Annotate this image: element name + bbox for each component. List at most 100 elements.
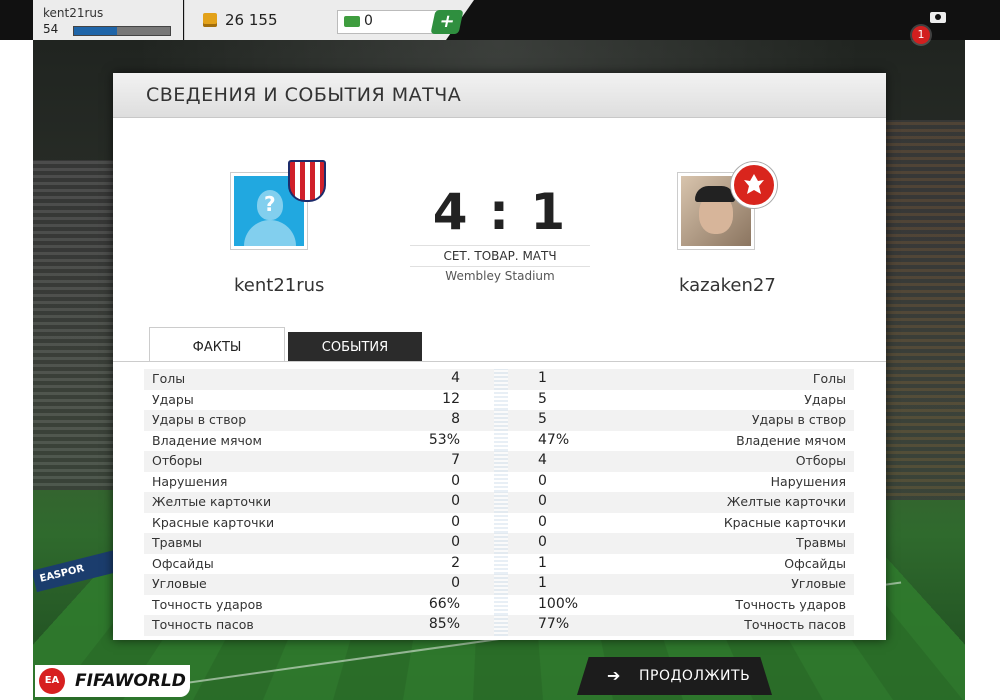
stat-label-home: Точность пасов — [152, 617, 254, 632]
stat-label-home: Нарушения — [152, 473, 228, 489]
crowd-left — [33, 160, 123, 490]
stat-value-home: 12 — [442, 390, 460, 407]
stat-label-home: Травмы — [152, 535, 202, 550]
stat-label-home: Отборы — [152, 453, 203, 468]
stat-label-home: Удары — [152, 391, 194, 407]
fifa-world-logo: EA FIFAWORLD — [35, 665, 190, 697]
stat-label-away: Угловые — [791, 576, 846, 591]
stat-value-home: 0 — [451, 575, 460, 591]
xp-bar-fill — [74, 27, 118, 35]
stat-label-away: Офсайды — [784, 555, 846, 571]
away-club-crest-icon — [731, 162, 777, 208]
stat-row: Удары 12 5 Удары — [144, 389, 854, 410]
add-cash-button[interactable]: + — [430, 10, 464, 34]
stat-row: Нарушения 0 0 Нарушения — [144, 471, 854, 492]
coins-value: 26 155 — [225, 11, 278, 29]
stat-label-away: Точность ударов — [735, 596, 846, 612]
stat-label-home: Голы — [152, 371, 186, 386]
stat-label-away: Удары в створ — [751, 412, 846, 427]
stat-value-home: 4 — [451, 370, 460, 386]
stat-label-away: Нарушения — [770, 473, 846, 489]
stat-value-home: 7 — [451, 452, 460, 468]
avatar-cap — [695, 186, 735, 202]
stat-value-away: 0 — [538, 472, 547, 489]
stat-row: Красные карточки 0 0 Красные карточки — [144, 512, 854, 533]
match-type: СЕТ. ТОВАР. МАТЧ — [410, 245, 590, 267]
left-border — [0, 0, 33, 700]
level-label: 54 — [43, 22, 59, 36]
stat-label-home: Точность ударов — [152, 596, 263, 612]
stat-value-away: 0 — [538, 493, 547, 509]
stat-label-away: Красные карточки — [723, 514, 846, 530]
stat-value-home: 0 — [451, 493, 460, 509]
stat-value-away: 100% — [538, 595, 579, 612]
stat-label-home: Желтые карточки — [152, 494, 272, 509]
stat-row: Офсайды 2 1 Офсайды — [144, 553, 854, 574]
stat-value-home: 8 — [451, 411, 460, 427]
stat-value-away: 1 — [538, 554, 547, 571]
cash-icon — [344, 16, 360, 27]
question-mark-icon: ? — [264, 192, 276, 216]
continue-button[interactable]: ➔ ПРОДОЛЖИТЬ — [577, 657, 772, 695]
stat-value-home: 66% — [428, 595, 460, 612]
arrow-right-icon: ➔ — [607, 666, 621, 685]
right-border — [965, 0, 1000, 700]
stat-value-away: 1 — [538, 370, 547, 386]
stat-label-home: Угловые — [152, 576, 207, 591]
continue-label: ПРОДОЛЖИТЬ — [639, 668, 751, 684]
fifa-world-wordmark: FIFAWORLD — [75, 671, 186, 691]
stat-value-home: 53% — [428, 431, 460, 448]
stat-value-away: 47% — [538, 431, 570, 448]
stat-row: Владение мячом 53% 47% Владение мячом — [144, 430, 854, 451]
stat-value-away: 0 — [538, 513, 547, 530]
home-player-name: kent21rus — [234, 275, 325, 296]
stat-value-home: 0 — [451, 534, 460, 550]
stat-value-home: 85% — [428, 616, 460, 632]
stat-label-away: Голы — [812, 371, 846, 386]
stat-value-away: 4 — [538, 452, 547, 468]
tab-facts[interactable]: ФАКТЫ — [149, 327, 285, 362]
stat-row: Угловые 0 1 Угловые — [144, 574, 854, 595]
stat-row: Точность ударов 66% 100% Точность ударов — [144, 594, 854, 615]
stat-label-away: Точность пасов — [744, 617, 846, 632]
stat-value-away: 0 — [538, 534, 547, 550]
tab-events[interactable]: СОБЫТИЯ — [288, 332, 422, 362]
coins-icon — [203, 13, 217, 27]
stat-label-away: Желтые карточки — [726, 494, 846, 509]
stadium-name: Wembley Stadium — [445, 269, 555, 283]
stat-row: Желтые карточки 0 0 Желтые карточки — [144, 492, 854, 513]
tab-divider — [113, 361, 886, 362]
stat-label-home: Офсайды — [152, 555, 214, 571]
user-profile-box[interactable]: kent21rus 54 — [33, 0, 183, 40]
stat-label-home: Владение мячом — [152, 432, 262, 448]
panel-title: СВЕДЕНИЯ И СОБЫТИЯ МАТЧА — [146, 84, 462, 106]
stat-value-away: 5 — [538, 390, 547, 407]
camera-icon[interactable] — [930, 12, 946, 23]
stat-row: Травмы 0 0 Травмы — [144, 533, 854, 554]
stat-value-away: 1 — [538, 575, 547, 591]
match-score: 4 : 1 — [432, 183, 568, 241]
panel-header: СВЕДЕНИЯ И СОБЫТИЯ МАТЧА — [113, 73, 886, 118]
away-player-name: kazaken27 — [679, 275, 776, 296]
stat-value-home: 0 — [451, 472, 460, 489]
stat-row: Точность пасов 85% 77% Точность пасов — [144, 615, 854, 636]
stat-label-home: Удары в створ — [152, 412, 247, 427]
username-label: kent21rus — [43, 6, 104, 20]
stat-row: Голы 4 1 Голы — [144, 369, 854, 390]
ea-logo-icon: EA — [39, 668, 65, 694]
xp-bar — [73, 26, 171, 36]
stat-label-away: Удары — [804, 391, 846, 407]
stat-row: Отборы 7 4 Отборы — [144, 451, 854, 472]
stat-value-home: 0 — [451, 513, 460, 530]
stats-table: Голы 4 1 Голы Удары 12 5 Удары Удары в с… — [144, 369, 854, 636]
crowd-right — [875, 120, 965, 500]
avatar-shoulders — [244, 220, 296, 246]
stat-label-away: Владение мячом — [736, 432, 846, 448]
stat-value-away: 5 — [538, 411, 547, 427]
home-club-crest-icon — [288, 160, 326, 202]
stat-label-away: Травмы — [796, 535, 846, 550]
coins-box: 26 155 — [184, 0, 335, 40]
notification-badge[interactable]: 1 — [912, 26, 930, 44]
stat-label-home: Красные карточки — [152, 514, 275, 530]
stat-value-home: 2 — [451, 554, 460, 571]
